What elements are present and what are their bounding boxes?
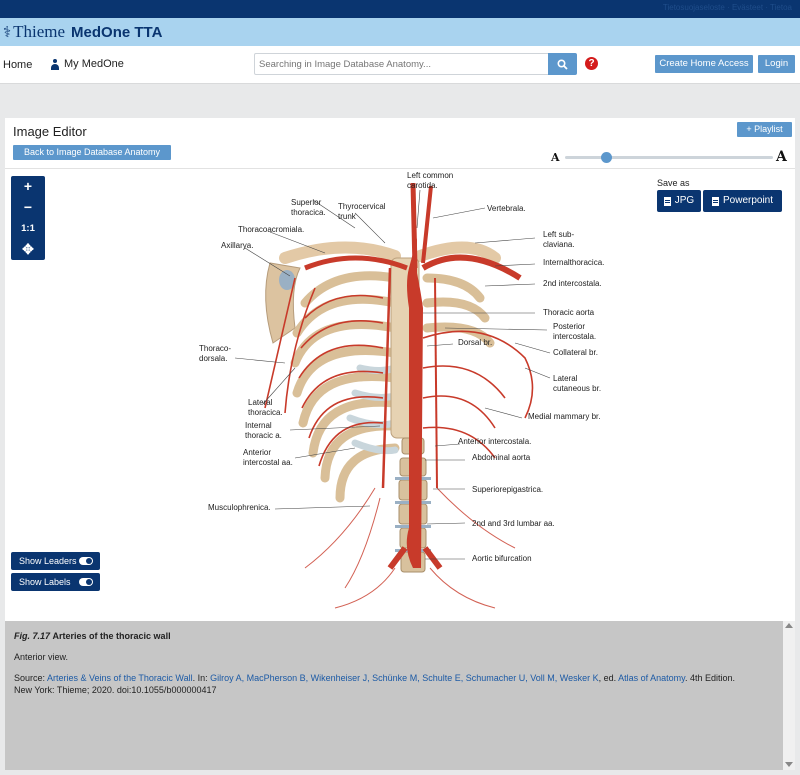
label-axillary: Axillarya.	[221, 241, 254, 250]
label-thyrocervical-trunk: Thyrocervical trunk	[338, 202, 386, 221]
label-thoracoacromial: Thoracoacromiala.	[238, 225, 305, 234]
label-dorsal-branch: Dorsal br.	[458, 338, 493, 347]
show-labels-label: Show Labels	[19, 577, 71, 587]
figure-source: Source: Arteries & Veins of the Thoracic…	[14, 672, 774, 696]
nav-my-medone-label: My MedOne	[64, 58, 124, 70]
label-2nd-intercostal: 2nd intercostala.	[543, 279, 602, 288]
user-icon	[51, 58, 59, 70]
login-button[interactable]: Login	[758, 55, 795, 73]
source-prefix: Source:	[14, 673, 48, 683]
source-authors-link[interactable]: Gilroy A, MacPherson B, Wikenheiser J, S…	[210, 673, 598, 683]
search-icon	[557, 58, 568, 70]
create-home-access-button[interactable]: Create Home Access	[655, 55, 753, 73]
font-size-small-icon: A	[551, 151, 560, 164]
figure-number: Fig. 7.17	[14, 631, 51, 641]
label-lateral-cutaneous: Lateral cutaneous br.	[553, 374, 602, 393]
zoom-reset-button[interactable]: 1:1	[11, 218, 45, 239]
brand-name: Thieme	[13, 22, 66, 41]
search-button[interactable]	[548, 53, 577, 75]
search-input[interactable]	[254, 53, 549, 75]
label-left-subclavian: Left sub-claviana.	[543, 230, 575, 249]
scroll-up-icon[interactable]	[785, 623, 793, 628]
label-posterior-intercostal: Posterior intercostala.	[553, 322, 597, 341]
scroll-down-icon[interactable]	[785, 762, 793, 767]
help-icon[interactable]: ?	[585, 57, 598, 70]
pan-icon[interactable]: ✥	[11, 239, 45, 260]
label-left-common-carotid: Left common carotida.	[407, 171, 454, 190]
label-anterior-intercostal-aa: Anterior intercostal aa.	[243, 448, 293, 467]
font-size-slider[interactable]	[565, 156, 773, 159]
label-lateral-thoracic: Lateral thoracica.	[248, 398, 283, 417]
back-to-database-button[interactable]: Back to Image Database Anatomy	[13, 145, 171, 160]
source-ed: , ed.	[598, 673, 619, 683]
source-book-link[interactable]: Atlas of Anatomy	[618, 673, 685, 683]
label-aortic-bifurcation: Aortic bifurcation	[472, 554, 532, 563]
toggle-switch-icon	[79, 578, 93, 586]
label-musculophrenic: Musculophrenica.	[208, 503, 271, 512]
label-thoracodorsal: Thoraco-dorsala.	[199, 344, 232, 363]
label-medial-mammary: Medial mammary br.	[528, 412, 601, 421]
toggle-switch-icon	[79, 557, 93, 565]
nav-my-medone-link[interactable]: My MedOne	[51, 58, 124, 70]
source-edition: . 4th Edition.	[685, 673, 736, 683]
figure-caption: Fig. 7.17 Arteries of the thoracic wall …	[5, 621, 783, 770]
label-abdominal-aorta: Abdominal aorta	[472, 453, 531, 462]
label-lumbar-arteries: 2nd and 3rd lumbar aa.	[472, 519, 555, 528]
thieme-logo-icon: ⚕	[3, 23, 12, 41]
save-powerpoint-button[interactable]: Powerpoint	[703, 190, 782, 212]
save-as-label: Save as	[657, 178, 690, 188]
label-collateral-branch: Collateral br.	[553, 348, 598, 357]
show-leaders-label: Show Leaders	[19, 556, 77, 566]
add-to-playlist-button[interactable]: + Playlist	[737, 122, 792, 137]
source-chapter-link[interactable]: Arteries & Veins of the Thoracic Wall	[47, 673, 193, 683]
save-jpg-label: JPG	[674, 195, 695, 206]
nav-home-link[interactable]: Home	[3, 59, 32, 71]
label-thoracic-aorta: Thoracic aorta	[543, 308, 595, 317]
label-vertebral: Vertebrala.	[487, 204, 526, 213]
zoom-in-button[interactable]: +	[11, 176, 45, 197]
brand-bar: ⚕ Thieme MedOne TTA	[0, 18, 800, 46]
source-in: . In:	[192, 673, 211, 683]
main-nav: Home My MedOne ? Create Home Access Logi…	[0, 46, 800, 84]
zoom-controls: + − 1:1 ✥	[11, 176, 45, 260]
show-labels-toggle[interactable]: Show Labels	[11, 573, 100, 591]
save-jpg-button[interactable]: JPG	[657, 190, 701, 212]
file-icon	[711, 196, 719, 206]
label-superior-epigastric: Superiorepigastrica.	[472, 485, 544, 494]
top-links[interactable]: Tietosuojaseloste · Evästeet · Tietoa	[663, 3, 792, 12]
file-icon	[663, 196, 671, 206]
label-internal-thoracic: Internalthoracica.	[543, 258, 605, 267]
caption-scrollbar[interactable]	[783, 621, 795, 770]
save-powerpoint-label: Powerpoint	[722, 195, 774, 206]
font-size-slider-thumb[interactable]	[601, 152, 613, 163]
figure-title: Arteries of the thoracic wall	[52, 631, 171, 641]
brand-logo[interactable]: ⚕ Thieme MedOne TTA	[3, 22, 162, 42]
figure-view: Anterior view.	[14, 652, 69, 662]
anatomy-figure[interactable]: Superior thoracica. Thyrocervical trunk …	[195, 168, 615, 618]
image-editor-title: Image Editor	[13, 124, 87, 139]
top-strip: Tietosuojaseloste · Evästeet · Tietoa	[0, 0, 800, 18]
show-leaders-toggle[interactable]: Show Leaders	[11, 552, 100, 570]
product-name: MedOne TTA	[71, 23, 163, 41]
label-internal-thoracic-a: Internal thoracic a.	[245, 421, 282, 440]
font-size-large-icon: A	[776, 149, 787, 165]
zoom-out-button[interactable]: −	[11, 197, 45, 218]
source-publisher: New York: Thieme; 2020. doi:10.1055/b000…	[14, 685, 217, 695]
label-anterior-intercostal: Anterior intercostala.	[458, 437, 532, 446]
